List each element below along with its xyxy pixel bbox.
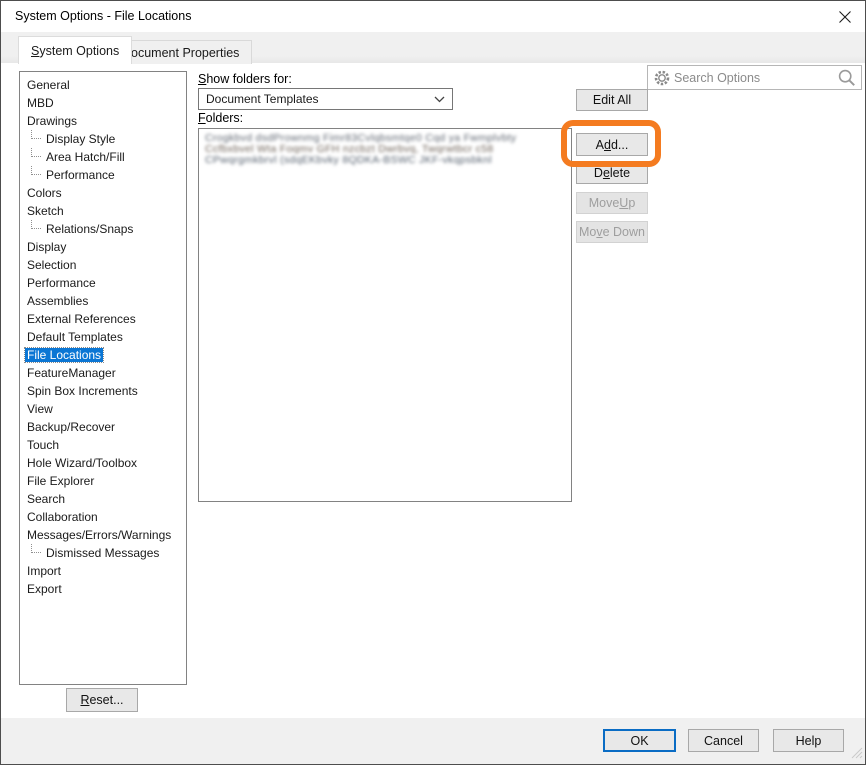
- chevron-down-icon: [434, 96, 445, 103]
- sidebar-item-area-hatch-fill[interactable]: Area Hatch/Fill: [20, 148, 186, 166]
- sidebar-item-label: Search: [25, 492, 67, 506]
- sidebar-item-label: Messages/Errors/Warnings: [25, 528, 173, 542]
- sidebar-item-backup-recover[interactable]: Backup/Recover: [20, 418, 186, 436]
- sidebar-item-view[interactable]: View: [20, 400, 186, 418]
- sidebar-item-performance[interactable]: Performance: [20, 274, 186, 292]
- sidebar-item-label: Display Style: [44, 132, 117, 146]
- sidebar-item-search[interactable]: Search: [20, 490, 186, 508]
- sidebar-item-hole-wizard-toolbox[interactable]: Hole Wizard/Toolbox: [20, 454, 186, 472]
- sidebar-item-label: File Explorer: [25, 474, 96, 488]
- tree-branch-icon: [31, 544, 41, 553]
- sidebar-item-import[interactable]: Import: [20, 562, 186, 580]
- dropdown-value: Document Templates: [206, 92, 319, 106]
- search-input[interactable]: [674, 66, 837, 89]
- sidebar-item-colors[interactable]: Colors: [20, 184, 186, 202]
- tree-branch-icon: [31, 148, 41, 157]
- add-button[interactable]: Add...: [576, 133, 648, 156]
- tabstrip: System Options Document Properties: [1, 32, 865, 63]
- sidebar-item-label: General: [25, 78, 72, 92]
- sidebar-item-label: FeatureManager: [25, 366, 118, 380]
- show-folders-dropdown[interactable]: Document Templates: [198, 88, 453, 110]
- sidebar-item-label: Dismissed Messages: [44, 546, 161, 560]
- sidebar-item-label: Default Templates: [25, 330, 125, 344]
- tab-label: Document Properties: [122, 46, 239, 60]
- show-folders-label: Show folders for:: [198, 72, 292, 86]
- sidebar-item-featuremanager[interactable]: FeatureManager: [20, 364, 186, 382]
- close-icon[interactable]: [834, 6, 856, 28]
- tree-branch-icon: [31, 130, 41, 139]
- sidebar-item-mbd[interactable]: MBD: [20, 94, 186, 112]
- titlebar: System Options - File Locations: [1, 1, 865, 32]
- sidebar-list: General MBD Drawings Display Style Area Hatc…: [19, 71, 187, 685]
- sidebar-item-label: View: [25, 402, 55, 416]
- sidebar-item-selection[interactable]: Selection: [20, 256, 186, 274]
- sidebar-item-display-style[interactable]: Display Style: [20, 130, 186, 148]
- sidebar-item-label: MBD: [25, 96, 56, 110]
- sidebar-item-external-references[interactable]: External References: [20, 310, 186, 328]
- sidebar-item-performance[interactable]: Performance: [20, 166, 186, 184]
- tab-label: System Options: [31, 44, 119, 58]
- sidebar-item-relations-snaps[interactable]: Relations/Snaps: [20, 220, 186, 238]
- sidebar-item-sketch[interactable]: Sketch: [20, 202, 186, 220]
- sidebar-item-touch[interactable]: Touch: [20, 436, 186, 454]
- search-box[interactable]: [647, 65, 862, 90]
- sidebar-item-label: Spin Box Increments: [25, 384, 140, 398]
- move-up-button: Move Up: [576, 192, 648, 214]
- sidebar-item-label: Display: [25, 240, 68, 254]
- sidebar-item-label: External References: [25, 312, 138, 326]
- resize-grip[interactable]: [850, 746, 863, 762]
- sidebar-item-label: Selection: [25, 258, 78, 272]
- sidebar-item-label: Drawings: [25, 114, 79, 128]
- sidebar-item-label: Import: [25, 564, 63, 578]
- sidebar-item-label: Sketch: [25, 204, 66, 218]
- tree-branch-icon: [31, 220, 41, 229]
- folders-list[interactable]: Crogkbvd dsdPrownmg Fimr83Cvlqbsmtqe0 Cq…: [198, 128, 572, 502]
- reset-button[interactable]: Reset...: [66, 688, 138, 712]
- cancel-button[interactable]: Cancel: [688, 729, 759, 752]
- sidebar-item-file-locations[interactable]: File Locations: [20, 346, 186, 364]
- sidebar-item-label: Touch: [25, 438, 61, 452]
- sidebar-item-label: File Locations: [25, 348, 103, 362]
- help-button[interactable]: Help: [773, 729, 844, 752]
- sidebar-item-collaboration[interactable]: Collaboration: [20, 508, 186, 526]
- resize-grip-icon: [850, 746, 863, 759]
- sidebar-item-label: Collaboration: [25, 510, 100, 524]
- delete-button[interactable]: Delete: [576, 162, 648, 184]
- sidebar-item-drawings[interactable]: Drawings: [20, 112, 186, 130]
- sidebar-item-default-templates[interactable]: Default Templates: [20, 328, 186, 346]
- sidebar-item-label: Performance: [25, 276, 98, 290]
- close-x-glyph: [838, 10, 852, 24]
- sidebar-item-export[interactable]: Export: [20, 580, 186, 598]
- sidebar-item-spin-box-increments[interactable]: Spin Box Increments: [20, 382, 186, 400]
- sidebar-item-label: Performance: [44, 168, 117, 182]
- sidebar-item-file-explorer[interactable]: File Explorer: [20, 472, 186, 490]
- sidebar-item-display[interactable]: Display: [20, 238, 186, 256]
- ok-button[interactable]: OK: [603, 729, 676, 752]
- sidebar-item-dismissed-messages[interactable]: Dismissed Messages: [20, 544, 186, 562]
- edit-all-button[interactable]: Edit All: [576, 89, 648, 111]
- sidebar-item-label: Assemblies: [25, 294, 90, 308]
- tab-system-options[interactable]: System Options: [18, 36, 132, 64]
- tree-branch-icon: [31, 166, 41, 175]
- search-icon[interactable]: [837, 68, 857, 88]
- sidebar-item-label: Backup/Recover: [25, 420, 117, 434]
- window-title: System Options - File Locations: [15, 1, 191, 32]
- sidebar-item-general[interactable]: General: [20, 76, 186, 94]
- move-down-button: Move Down: [576, 221, 648, 243]
- sidebar-item-label: Relations/Snaps: [44, 222, 135, 236]
- sidebar-item-label: Hole Wizard/Toolbox: [25, 456, 139, 470]
- gear-icon: [653, 69, 671, 87]
- sidebar-item-label: Area Hatch/Fill: [44, 150, 127, 164]
- sidebar-item-messages-errors-warnings[interactable]: Messages/Errors/Warnings: [20, 526, 186, 544]
- sidebar-item-label: Export: [25, 582, 64, 596]
- folder-path-redacted[interactable]: CPwqrgmkbrvl (sdqEKbvky 8QDKA-BSWC JKF-v…: [205, 155, 565, 166]
- system-options-dialog: System Options - File Locations System O…: [0, 0, 866, 765]
- sidebar-item-label: Colors: [25, 186, 64, 200]
- sidebar-item-assemblies[interactable]: Assemblies: [20, 292, 186, 310]
- folders-label: Folders:: [198, 111, 243, 125]
